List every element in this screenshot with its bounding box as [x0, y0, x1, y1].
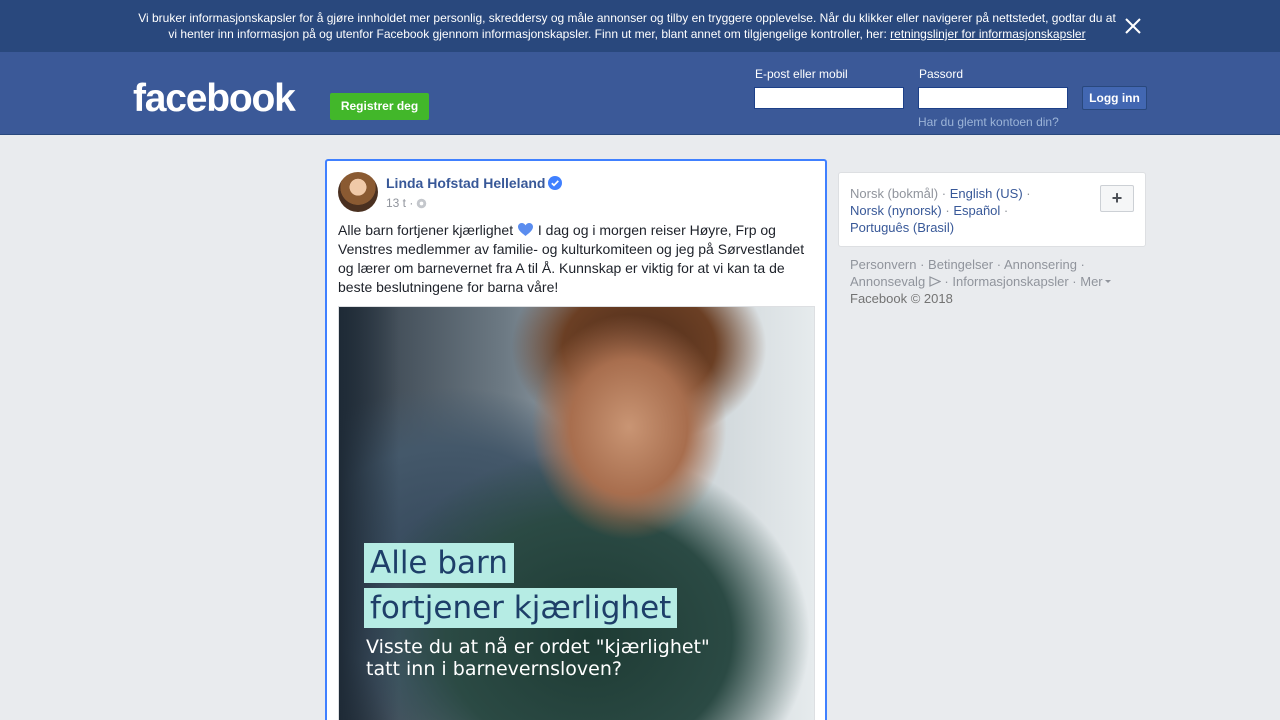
email-label: E-post eller mobil	[755, 67, 848, 81]
page-footer: Personvern · Betingelser · Annonsering ·…	[850, 256, 1150, 307]
add-language-button[interactable]: +	[1100, 185, 1134, 212]
post-image[interactable]: Alle barn fortjener kjærlighet Visste du…	[338, 306, 815, 720]
language-norsk-nynorsk[interactable]: Norsk (nynorsk)	[850, 203, 942, 218]
post-timestamp[interactable]: 13 t ·	[386, 196, 413, 210]
language-current: Norsk (bokmål)	[850, 186, 939, 201]
cookie-banner: Vi bruker informasjonskapsler for å gjør…	[0, 0, 1280, 52]
footer-link-adchoices-label: Annonsevalg	[850, 274, 926, 289]
facebook-logo[interactable]: facebook	[133, 76, 296, 122]
blue-heart-icon	[517, 223, 533, 236]
image-subtitle-line2: tatt inn i barnevernsloven?	[366, 658, 622, 680]
register-button[interactable]: Registrer deg	[330, 93, 429, 120]
close-icon[interactable]	[1121, 14, 1145, 38]
password-field[interactable]	[918, 87, 1068, 109]
image-title-line1: Alle barn	[364, 543, 514, 583]
language-english-us[interactable]: English (US)	[950, 186, 1023, 201]
image-subtitle-line1: Visste du at nå er ordet "kjærlighet"	[366, 636, 710, 658]
forgot-account-link[interactable]: Har du glemt kontoen din?	[918, 115, 1059, 129]
image-title-line2: fortjener kjærlighet	[364, 588, 678, 628]
cookie-text-line1: Vi bruker informasjonskapsler for å gjør…	[138, 11, 1116, 25]
language-portugues-brasil[interactable]: Português (Brasil)	[850, 220, 954, 235]
footer-link-cookies[interactable]: Informasjonskapsler	[952, 274, 1068, 289]
cookie-text-line2: vi henter inn informasjon på og utenfor …	[168, 27, 887, 41]
footer-link-terms[interactable]: Betingelser	[928, 257, 993, 272]
post-text-part1: Alle barn fortjener kjærlighet	[338, 222, 514, 238]
footer-link-adchoices[interactable]: Annonsevalg	[850, 274, 941, 289]
cookie-banner-text: Vi bruker informasjonskapsler for å gjør…	[130, 10, 1124, 42]
author-avatar[interactable]	[338, 172, 378, 212]
caret-down-icon	[1104, 280, 1111, 283]
author-name[interactable]: Linda Hofstad Helleland	[386, 175, 545, 191]
post-meta: 13 t ·	[386, 196, 427, 210]
post-text: Alle barn fortjener kjærlighet I dag og …	[338, 221, 813, 297]
verified-badge-icon	[548, 176, 562, 190]
footer-link-privacy[interactable]: Personvern	[850, 257, 916, 272]
copyright: Facebook © 2018	[850, 291, 953, 306]
footer-link-more-label: Mer	[1080, 274, 1103, 289]
footer-link-more[interactable]: Mer	[1080, 274, 1111, 289]
language-espanol[interactable]: Español	[953, 203, 1000, 218]
email-field[interactable]	[754, 87, 904, 109]
image-subtitle: Visste du at nå er ordet "kjærlighet" ta…	[366, 636, 710, 680]
adchoices-icon	[929, 276, 941, 287]
language-list: Norsk (bokmål) · English (US) · Norsk (n…	[850, 186, 1031, 235]
top-header: facebook Registrer deg E-post eller mobi…	[0, 52, 1280, 135]
post-card: Linda Hofstad Helleland 13 t · Alle barn…	[325, 159, 827, 720]
footer-link-advertising[interactable]: Annonsering	[1004, 257, 1077, 272]
language-selector: Norsk (bokmål) · English (US) · Norsk (n…	[838, 172, 1146, 247]
cookie-policy-link[interactable]: retningslinjer for informasjonskapsler	[890, 27, 1085, 41]
globe-icon	[417, 198, 427, 208]
password-label: Passord	[919, 67, 964, 81]
login-button[interactable]: Logg inn	[1082, 86, 1147, 110]
